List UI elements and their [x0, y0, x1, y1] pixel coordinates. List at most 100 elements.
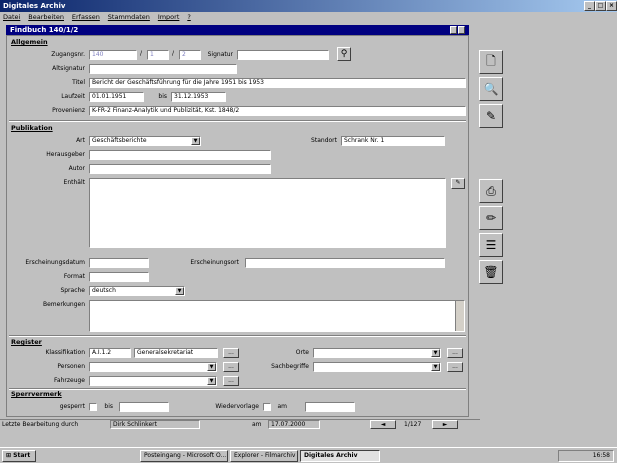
- orte-label: Orte: [295, 349, 309, 356]
- provenienz-field[interactable]: K-FR-2 Finanz-Analytik und Publizität, K…: [89, 106, 466, 116]
- print-button[interactable]: ⎙: [479, 179, 503, 203]
- altsignatur-field[interactable]: [89, 64, 237, 74]
- close-button[interactable]: ×: [606, 1, 617, 11]
- sachbegriffe-label: Sachbegriffe: [271, 363, 309, 370]
- list-button[interactable]: ☰: [479, 233, 503, 257]
- binoculars-icon: ⚲: [340, 49, 348, 59]
- letzte-bearbeitung-label: Letzte Bearbeitung durch: [2, 421, 79, 428]
- personen-label: Personen: [57, 363, 85, 370]
- format-label: Format: [63, 273, 85, 280]
- save-button[interactable]: ✎: [479, 104, 503, 128]
- status-bar: Letzte Bearbeitung durch Dirk Schlinkert…: [0, 419, 480, 429]
- klassifikation-text-field[interactable]: Generalsekretariat: [134, 348, 218, 358]
- divider: [9, 388, 466, 390]
- delete-button[interactable]: 🗑: [479, 260, 503, 284]
- taskbar-item-digitales-archiv[interactable]: Digitales Archiv: [300, 450, 380, 462]
- maximize-button[interactable]: □: [595, 1, 606, 11]
- start-label: Start: [13, 452, 31, 459]
- status-am-label: am: [252, 421, 262, 428]
- binoculars-search-button[interactable]: ⚲: [337, 47, 351, 61]
- taskbar-item-explorer[interactable]: Explorer - Filmarchiv: [230, 450, 298, 462]
- chevron-down-icon[interactable]: ▼: [431, 363, 440, 371]
- standort-field[interactable]: Schrank Nr. 1: [341, 136, 445, 146]
- chevron-down-icon[interactable]: ▼: [175, 287, 184, 295]
- sachbegriffe-browse-button[interactable]: ...: [447, 362, 463, 372]
- zugangsnr-field-2[interactable]: 1: [147, 50, 169, 60]
- personen-browse-button[interactable]: ...: [223, 362, 239, 372]
- art-label: Art: [76, 137, 85, 144]
- start-button[interactable]: ⊞ Start: [2, 450, 36, 462]
- divider: [9, 120, 466, 122]
- minimize-button[interactable]: _: [584, 1, 595, 11]
- enthaelt-edit-button[interactable]: ✎: [451, 178, 465, 189]
- edit-button[interactable]: ✏: [479, 206, 503, 230]
- chevron-down-icon[interactable]: ▼: [207, 377, 216, 385]
- laufzeit-to-field[interactable]: 31.12.1953: [171, 92, 226, 102]
- enthaelt-textarea[interactable]: [89, 178, 446, 248]
- gesperrt-bis-field[interactable]: [119, 402, 169, 412]
- app-title: Digitales Archiv: [3, 2, 66, 10]
- arrow-right-icon: ►: [442, 421, 448, 428]
- window-title-text: Findbuch 140/1/2: [10, 26, 79, 34]
- preview-button[interactable]: 🔍: [479, 77, 503, 101]
- personen-select[interactable]: ▼: [89, 362, 217, 372]
- herausgeber-field[interactable]: [89, 150, 271, 160]
- klassifikation-browse-button[interactable]: ...: [223, 348, 239, 358]
- klassifikation-label: Klassifikation: [45, 349, 85, 356]
- fahrzeuge-browse-button[interactable]: ...: [223, 376, 239, 386]
- menu-datei[interactable]: Datei: [3, 13, 20, 21]
- menu-bearbeiten[interactable]: Bearbeiten: [28, 13, 64, 21]
- scrollbar[interactable]: [455, 301, 464, 331]
- fahrzeuge-label: Fahrzeuge: [54, 377, 85, 384]
- preview-icon: 🔍: [483, 82, 499, 96]
- menu-import[interactable]: Import: [158, 13, 180, 21]
- autor-field[interactable]: [89, 164, 271, 174]
- wiedervorlage-am-field[interactable]: [305, 402, 355, 412]
- slash-2: /: [172, 50, 175, 57]
- taskbar: ⊞ Start Posteingang - Microsoft O... Exp…: [0, 447, 617, 463]
- sachbegriffe-select[interactable]: ▼: [313, 362, 441, 372]
- menu-erfassen[interactable]: Erfassen: [72, 13, 100, 21]
- titel-field[interactable]: Bericht der Geschäftsführung für die Jah…: [89, 78, 466, 88]
- chevron-down-icon[interactable]: ▼: [191, 137, 200, 145]
- next-record-button[interactable]: ►: [432, 420, 458, 429]
- laufzeit-from-field[interactable]: 01.01.1951: [89, 92, 144, 102]
- altsignatur-label: Altsignatur: [52, 65, 85, 72]
- wiedervorlage-am-label: am: [277, 403, 287, 410]
- save-icon: ✎: [485, 109, 497, 123]
- enthaelt-label: Enthält: [63, 179, 85, 186]
- divider: [9, 335, 466, 337]
- taskbar-item-outlook[interactable]: Posteingang - Microsoft O...: [140, 450, 228, 462]
- orte-select[interactable]: ▼: [313, 348, 441, 358]
- chevron-down-icon[interactable]: ▼: [207, 363, 216, 371]
- erscheinungsort-label: Erscheinungsort: [190, 259, 239, 266]
- wiedervorlage-checkbox[interactable]: [263, 403, 271, 411]
- erscheinungsort-field[interactable]: [245, 258, 445, 268]
- zugangsnr-field-3[interactable]: 2: [179, 50, 201, 60]
- menu-help[interactable]: ?: [187, 13, 190, 21]
- erscheinungsdatum-field[interactable]: [89, 258, 149, 268]
- section-allgemein: Allgemein: [11, 38, 48, 46]
- prev-record-button[interactable]: ◄: [370, 420, 396, 429]
- erscheinungsdatum-label: Erscheinungsdatum: [25, 259, 85, 266]
- mdi-maximize-button[interactable]: [458, 26, 465, 34]
- fahrzeuge-select[interactable]: ▼: [89, 376, 217, 386]
- gesperrt-checkbox[interactable]: [89, 403, 97, 411]
- mdi-minimize-button[interactable]: [450, 26, 457, 34]
- signatur-field[interactable]: [237, 50, 329, 60]
- system-tray: 16:58: [558, 450, 614, 462]
- sprache-select[interactable]: deutsch ▼: [89, 286, 185, 296]
- bemerkungen-textarea[interactable]: [89, 300, 465, 332]
- format-field[interactable]: [89, 272, 149, 282]
- new-document-button[interactable]: 🗋: [479, 50, 503, 74]
- zugangsnr-field-1[interactable]: 140: [89, 50, 137, 60]
- clock: 16:58: [592, 452, 610, 459]
- zugangsnr-label: Zugangsnr.: [51, 51, 85, 58]
- menu-stammdaten[interactable]: Stammdaten: [108, 13, 150, 21]
- findbuch-window-title: Findbuch 140/1/2: [6, 25, 469, 35]
- orte-browse-button[interactable]: ...: [447, 348, 463, 358]
- art-select[interactable]: Geschäftsberichte ▼: [89, 136, 201, 146]
- chevron-down-icon[interactable]: ▼: [431, 349, 440, 357]
- edit-icon: ✏: [485, 211, 497, 225]
- klassifikation-code-field[interactable]: A.I.1.2: [89, 348, 131, 358]
